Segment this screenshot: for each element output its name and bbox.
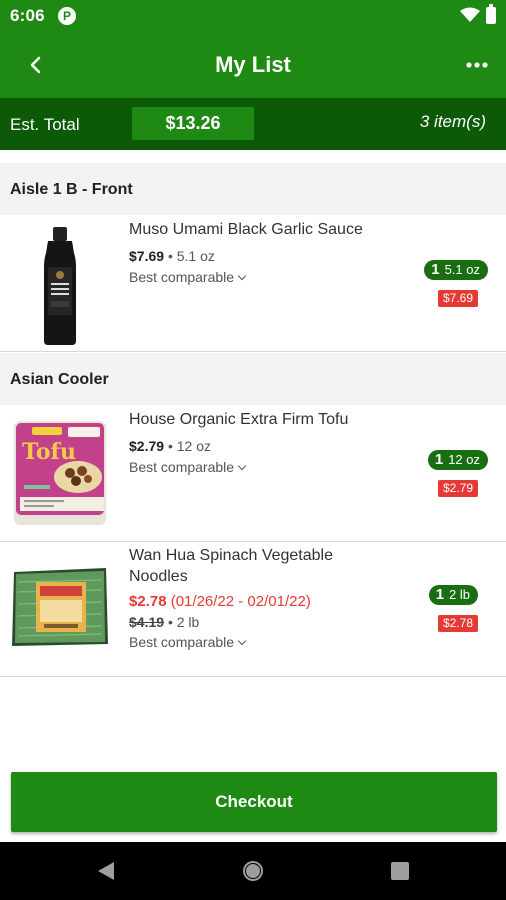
best-comparable-dropdown[interactable]: Best comparable [129, 459, 247, 475]
product-image: Tofu [14, 421, 106, 525]
quantity-unit: 5.1 oz [444, 262, 480, 277]
quantity-unit: 12 oz [448, 452, 480, 467]
status-bar: 6:06 P [0, 0, 506, 32]
more-horizontal-icon [466, 62, 488, 68]
quantity-value: 1 [434, 451, 444, 468]
line-total-badge: $2.79 [437, 480, 478, 497]
item-name: Muso Umami Black Garlic Sauce [129, 221, 363, 238]
quantity-unit: 2 lb [449, 587, 470, 602]
section-title: Aisle 1 B - Front [10, 181, 133, 198]
quantity-value: 1 [431, 261, 440, 278]
item-sale-dates: (01/26/22 - 02/01/22) [170, 593, 311, 610]
status-time: 6:06 [10, 6, 45, 25]
item-price-line: $2.79 • 12 oz [129, 438, 211, 454]
estimated-total-value: $13.26 [132, 107, 254, 140]
product-image-text: Tofu [22, 439, 76, 465]
product-image [12, 568, 108, 646]
item-count: 3 item(s) [419, 112, 486, 131]
item-name: House Organic Extra Firm Tofu [129, 411, 349, 428]
app-notification-icon: P [58, 7, 76, 25]
battery-icon [486, 4, 496, 24]
quantity-badge[interactable]: 1 12 oz [427, 450, 488, 470]
item-name: Wan Hua Spinach Vegetable Noodles [129, 547, 333, 585]
item-price-line: $7.69 • 5.1 oz [129, 248, 215, 264]
section-header: Asian Cooler [0, 353, 506, 405]
estimated-total-label: Est. Total [10, 115, 80, 134]
best-comparable-dropdown[interactable]: Best comparable [129, 634, 247, 650]
nav-back-icon[interactable] [94, 859, 118, 883]
nav-home-icon[interactable] [241, 859, 265, 883]
line-total-badge: $2.78 [437, 615, 478, 632]
section-header: Aisle 1 B - Front [0, 163, 506, 215]
line-total-badge: $7.69 [437, 290, 478, 307]
item-original-price-line: $4.19 • 2 lb [129, 614, 199, 630]
chevron-down-icon [237, 636, 247, 646]
best-comparable-label: Best comparable [129, 634, 235, 650]
item-sale-price-line: $2.78 (01/26/22 - 02/01/22) [129, 593, 311, 610]
item-size: • 5.1 oz [167, 248, 215, 264]
item-price: $2.79 [129, 438, 165, 454]
chevron-down-icon [237, 461, 247, 471]
item-size: • 2 lb [167, 614, 200, 630]
quantity-badge[interactable]: 1 5.1 oz [424, 260, 488, 280]
item-price: $7.69 [129, 248, 165, 264]
item-original-price: $4.19 [129, 614, 165, 630]
best-comparable-label: Best comparable [129, 269, 235, 285]
section-title: Asian Cooler [10, 371, 109, 388]
quantity-value: 1 [435, 586, 445, 603]
product-image [44, 227, 76, 345]
system-nav-bar [0, 842, 506, 900]
checkout-button[interactable]: Checkout [11, 772, 497, 832]
list-item[interactable]: Wan Hua Spinach Vegetable Noodles $2.78 … [0, 542, 506, 677]
quantity-badge[interactable]: 1 2 lb [428, 585, 478, 605]
wifi-icon [460, 7, 480, 22]
list-item[interactable]: Tofu House Organic Extra Firm Tofu $2.79… [0, 405, 506, 542]
more-options-button[interactable] [458, 48, 496, 82]
best-comparable-dropdown[interactable]: Best comparable [129, 269, 247, 285]
nav-recents-icon[interactable] [388, 859, 412, 883]
item-sale-price: $2.78 [129, 593, 167, 610]
chevron-down-icon [237, 271, 247, 281]
best-comparable-label: Best comparable [129, 459, 235, 475]
app-bar: My List [0, 32, 506, 98]
page-title: My List [215, 52, 291, 77]
estimated-total-bar: Est. Total $13.26 3 item(s) [0, 98, 506, 150]
list-item[interactable]: Muso Umami Black Garlic Sauce $7.69 • 5.… [0, 215, 506, 352]
item-size: • 12 oz [167, 438, 211, 454]
